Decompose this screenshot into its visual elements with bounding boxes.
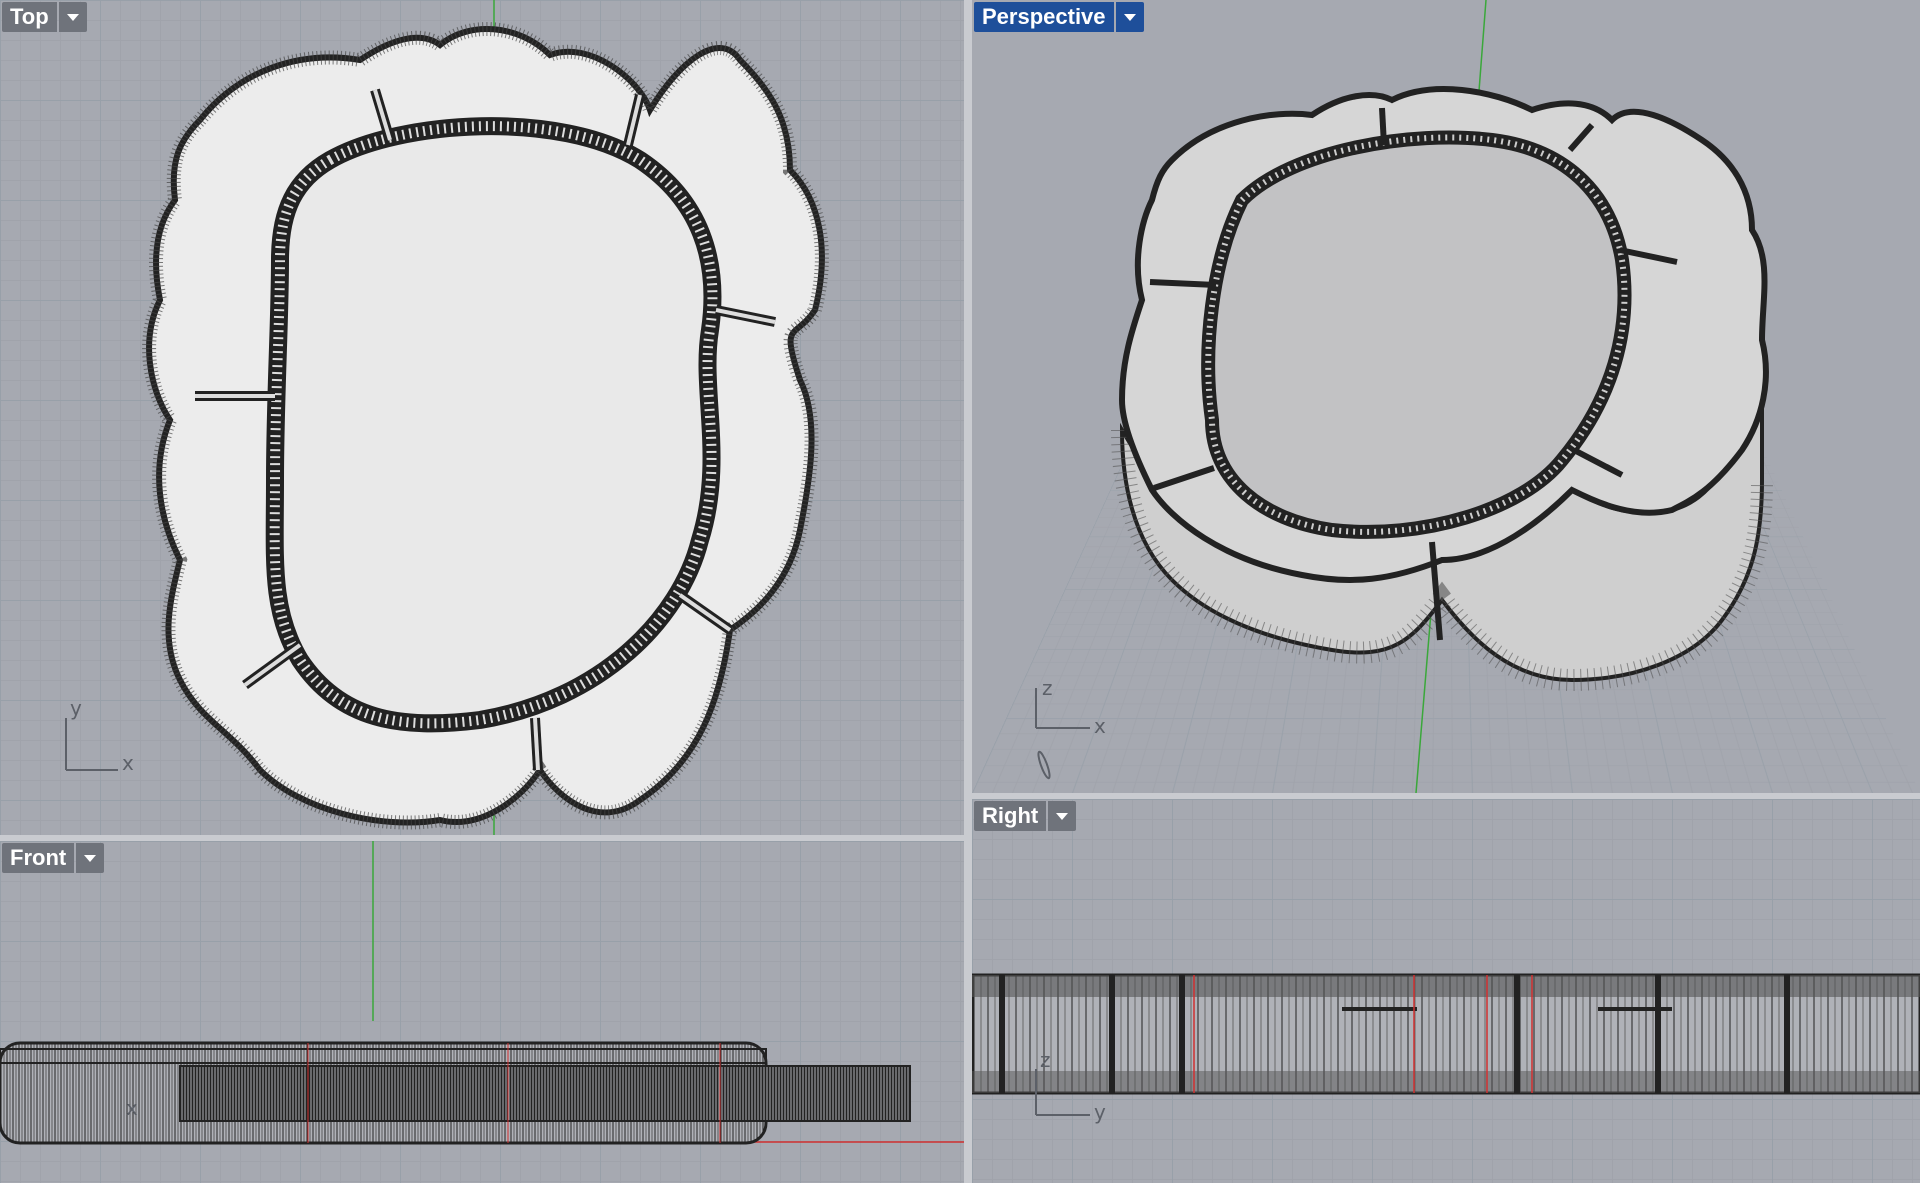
chevron-down-icon[interactable] <box>58 2 87 32</box>
top-view-scene[interactable]: y x <box>0 0 964 835</box>
axis-widget <box>65 718 118 771</box>
front-view-scene[interactable]: x <box>0 841 964 1183</box>
perspective-view-scene[interactable]: z x <box>972 0 1920 793</box>
inner-tray-outline <box>265 117 722 733</box>
viewport-tab-perspective[interactable]: Perspective <box>974 2 1144 32</box>
front-profile-dense <box>179 1065 911 1122</box>
chevron-down-icon[interactable] <box>1115 2 1144 32</box>
axis-y-label: y <box>70 696 82 720</box>
viewport-label[interactable]: Front <box>2 843 75 873</box>
viewport-perspective[interactable]: z x Perspective <box>972 0 1920 793</box>
viewport-label[interactable]: Perspective <box>974 2 1114 32</box>
viewport-top[interactable]: y x Top <box>0 0 964 835</box>
axis-widget <box>1035 688 1090 780</box>
viewport-label[interactable]: Right <box>974 801 1047 831</box>
chevron-down-icon[interactable] <box>1048 801 1077 831</box>
viewport-tab-top[interactable]: Top <box>2 2 87 32</box>
viewport-label[interactable]: Top <box>2 2 57 32</box>
axis-z-label: z <box>1042 676 1053 700</box>
viewport-tab-right[interactable]: Right <box>974 801 1077 831</box>
axis-x-label: x <box>122 751 134 775</box>
viewport-front[interactable]: x Front <box>0 841 964 1183</box>
right-view-scene[interactable]: z y <box>972 799 1920 1183</box>
viewport-tab-front[interactable]: Front <box>2 843 105 873</box>
viewport-right[interactable]: z y Right <box>972 799 1920 1183</box>
axis-y-label: y <box>1094 1100 1106 1124</box>
axis-x-label: x <box>126 1096 138 1120</box>
axis-x-label: x <box>1094 714 1106 738</box>
axis-z-label: z <box>1040 1048 1051 1072</box>
chevron-down-icon[interactable] <box>76 843 105 873</box>
